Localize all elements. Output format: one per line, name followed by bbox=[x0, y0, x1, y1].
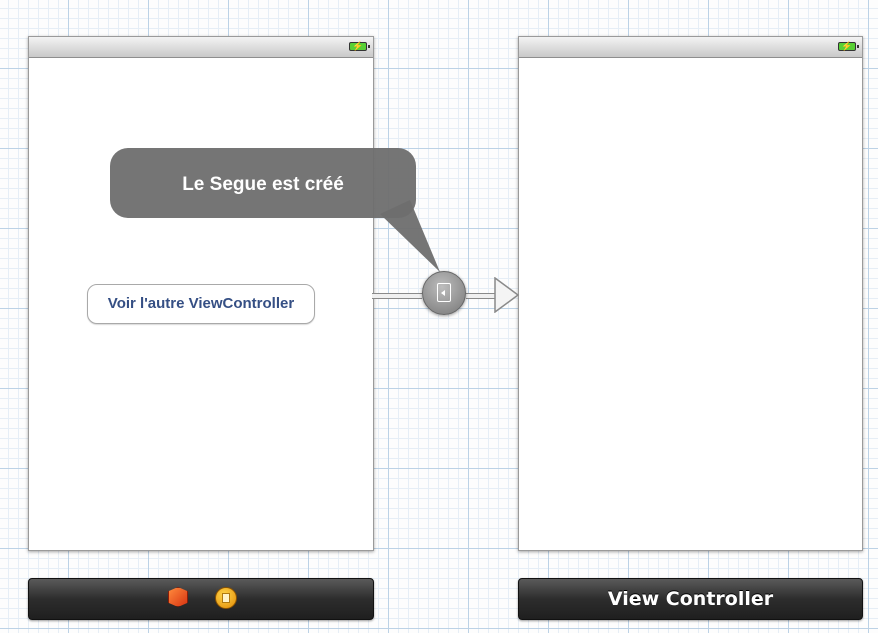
status-bar: ⚡ bbox=[519, 37, 862, 58]
segue-line[interactable] bbox=[372, 293, 422, 299]
battery-charging-icon: ⚡ bbox=[838, 41, 859, 51]
first-scene[interactable]: ⚡ Voir l'autre ViewController bbox=[28, 36, 374, 551]
battery-charging-icon: ⚡ bbox=[349, 41, 370, 51]
callout-bubble: Le Segue est créé bbox=[110, 148, 416, 218]
second-scene-dock[interactable]: View Controller bbox=[518, 578, 863, 620]
scene-dock-title: View Controller bbox=[607, 588, 774, 610]
segue-modal-icon[interactable] bbox=[422, 271, 466, 315]
first-responder-cube-icon[interactable] bbox=[168, 587, 188, 607]
segue-glyph-icon bbox=[437, 283, 451, 302]
voir-autre-viewcontroller-button[interactable]: Voir l'autre ViewController bbox=[87, 284, 315, 324]
callout-text: Le Segue est créé bbox=[182, 174, 344, 195]
second-scene[interactable]: ⚡ bbox=[518, 36, 863, 551]
segue-line-end[interactable] bbox=[466, 293, 496, 299]
status-bar: ⚡ bbox=[29, 37, 373, 58]
view-controller-icon[interactable] bbox=[215, 587, 237, 609]
segue-arrowhead-icon bbox=[494, 277, 520, 313]
first-scene-dock[interactable] bbox=[28, 578, 374, 620]
